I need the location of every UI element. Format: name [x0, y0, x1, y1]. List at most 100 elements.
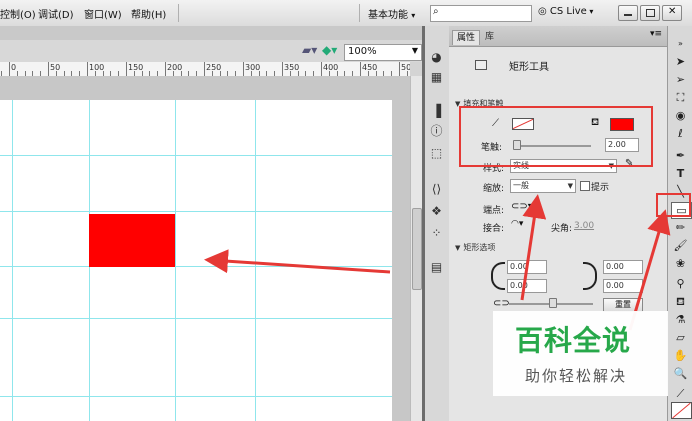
eyedropper-tool-icon[interactable]: ⚗: [671, 312, 690, 327]
search-icon: ⌕: [433, 6, 439, 17]
corner-radius-bl-input[interactable]: 0.00: [507, 279, 547, 293]
3d-rotation-tool-icon[interactable]: ◉: [671, 108, 690, 123]
ruler-tick: [126, 62, 127, 76]
restore-button[interactable]: [640, 5, 660, 21]
cap-label: 端点:: [483, 206, 505, 216]
hint-checkbox[interactable]: [580, 181, 590, 191]
tab-library[interactable]: 库: [481, 30, 498, 44]
stroke-color-tool-icon[interactable]: ⟋: [671, 386, 690, 401]
tools-panel: » ➤ ➢ ⛶ ◉ ℓ ✒ T ╲ ▭ ✏ 🖌 ❀ ⚲ ⛾ ⚗ ▱ ✋ 🔍 ⟋: [667, 26, 692, 421]
code-snippets-icon[interactable]: ⟨⟩: [428, 182, 445, 197]
output-icon[interactable]: ▤: [428, 260, 445, 275]
guide-line: [175, 100, 176, 421]
join-label: 接合:: [483, 224, 505, 234]
ruler-tick: [399, 62, 400, 76]
rect-options-section-header[interactable]: ▼ 矩形选项: [449, 242, 667, 254]
deco-tool-icon[interactable]: ❀: [671, 256, 690, 271]
search-input[interactable]: ⌕: [430, 5, 532, 22]
ruler-tick: [9, 62, 10, 76]
chevron-down-icon: ▼: [411, 46, 418, 55]
section-title: 矩形选项: [463, 243, 496, 252]
motion-presets-icon[interactable]: ⁘: [428, 226, 445, 241]
color-panel-icon[interactable]: ◕: [428, 50, 445, 65]
chevron-down-icon: ▼: [567, 182, 573, 190]
tools-expand-icon[interactable]: »: [671, 36, 690, 51]
fill-stroke-highlight-box: [459, 106, 653, 167]
guide-line: [0, 396, 392, 397]
menu-control[interactable]: 控制(O): [0, 6, 36, 21]
menu-window[interactable]: 窗口(W): [84, 6, 122, 21]
chevron-down-icon: ▾: [411, 11, 416, 20]
cs-live-label: CS Live: [549, 6, 587, 17]
ruler-tick: [165, 62, 166, 76]
scale-select[interactable]: 一般 ▼: [510, 179, 576, 193]
bone-tool-icon[interactable]: ⚲: [671, 276, 690, 291]
lasso-tool-icon[interactable]: ℓ: [671, 126, 690, 141]
tool-name: 矩形工具: [509, 62, 549, 73]
zoom-tool-icon[interactable]: 🔍: [671, 366, 690, 381]
ruler-tick: [87, 62, 88, 76]
cs-live-button[interactable]: ◎ CS Live ▾: [538, 6, 593, 17]
panel-menu-icon[interactable]: ▾≡: [650, 29, 662, 39]
transform-icon[interactable]: ⬚: [428, 146, 445, 161]
menu-bar: 控制(O) 调试(D) 窗口(W) 帮助(H) 基本功能 ▾ ⌕ ◎ CS Li…: [0, 0, 692, 27]
round-cap-icon[interactable]: ⊂⊃▾: [511, 201, 533, 212]
corner-radius-br-input[interactable]: 0.00: [603, 279, 643, 293]
edit-scene-icon[interactable]: ◆▾: [322, 43, 337, 57]
ruler-label: 500: [401, 63, 410, 72]
menu-separator: [359, 4, 360, 22]
ruler-tick: [321, 62, 322, 76]
miter-label: 尖角:: [551, 224, 573, 234]
pencil-tool-icon[interactable]: ✏: [671, 220, 690, 235]
align-icon[interactable]: ▐: [428, 104, 445, 119]
edit-symbols-icon[interactable]: ▰▾: [302, 43, 317, 57]
stage-canvas[interactable]: [0, 100, 392, 421]
corner-slider-knob[interactable]: [549, 298, 557, 308]
workspace-switcher[interactable]: 基本功能 ▾: [368, 6, 415, 21]
pen-tool-icon[interactable]: ✒: [671, 148, 690, 163]
link-icon[interactable]: ⊂⊃: [493, 298, 510, 309]
close-button[interactable]: ✕: [662, 5, 682, 21]
ruler-tick: [204, 62, 205, 76]
chevron-down-icon: ▾: [586, 7, 594, 16]
paint-bucket-tool-icon[interactable]: ⛾: [671, 294, 690, 309]
components-icon[interactable]: ❖: [428, 204, 445, 219]
horizontal-ruler: 50050100150200250300350400450500550: [0, 62, 410, 77]
drawn-rectangle[interactable]: [89, 214, 175, 267]
hand-tool-icon[interactable]: ✋: [671, 348, 690, 363]
corner-bottom-right-icon: [583, 276, 597, 290]
corner-radius-tr-input[interactable]: 0.00: [603, 260, 643, 274]
tab-properties[interactable]: 属性: [452, 30, 481, 45]
guide-line: [0, 211, 392, 212]
selection-tool-icon[interactable]: ➤: [671, 54, 690, 69]
corner-top-left-icon: [491, 262, 505, 276]
zoom-select[interactable]: 100% ▼: [344, 44, 422, 61]
corner-bottom-left-icon: [491, 276, 505, 290]
round-join-icon[interactable]: ◠▾: [511, 219, 523, 229]
text-tool-icon[interactable]: T: [671, 166, 690, 181]
scrollbar-thumb[interactable]: [412, 208, 422, 290]
swatches-icon[interactable]: ▦: [428, 70, 445, 85]
watermark-badge: 百科全说 助你轻松解决: [493, 311, 668, 396]
workspace-label: 基本功能: [368, 10, 408, 21]
menu-help[interactable]: 帮助(H): [131, 6, 166, 21]
collapsed-panel-dock: ◕ ▦ ▐ ⓘ ⬚ ⟨⟩ ❖ ⁘ ▤: [425, 26, 450, 421]
corner-radius-tl-input[interactable]: 0.00: [507, 260, 547, 274]
ruler-tick: [48, 62, 49, 76]
fill-color-tool-icon[interactable]: [671, 402, 692, 419]
eraser-tool-icon[interactable]: ▱: [671, 330, 690, 345]
watermark-title: 百科全说: [515, 324, 632, 357]
guide-line: [0, 266, 392, 267]
rectangle-tool-highlight-box: [656, 193, 691, 217]
minimize-button[interactable]: [618, 5, 638, 21]
guide-line: [12, 100, 13, 421]
menu-debug[interactable]: 调试(D): [38, 6, 74, 21]
panel-tab-bar: 属性 库 ▾≡: [449, 26, 667, 47]
reset-button[interactable]: 重置: [603, 298, 643, 312]
info-icon[interactable]: ⓘ: [428, 124, 445, 139]
free-transform-tool-icon[interactable]: ⛶: [671, 90, 690, 105]
subselection-tool-icon[interactable]: ➢: [671, 72, 690, 87]
brush-tool-icon[interactable]: 🖌: [671, 238, 690, 253]
miter-value[interactable]: 3.00: [574, 221, 594, 231]
rect-tool-icon: [475, 60, 487, 70]
